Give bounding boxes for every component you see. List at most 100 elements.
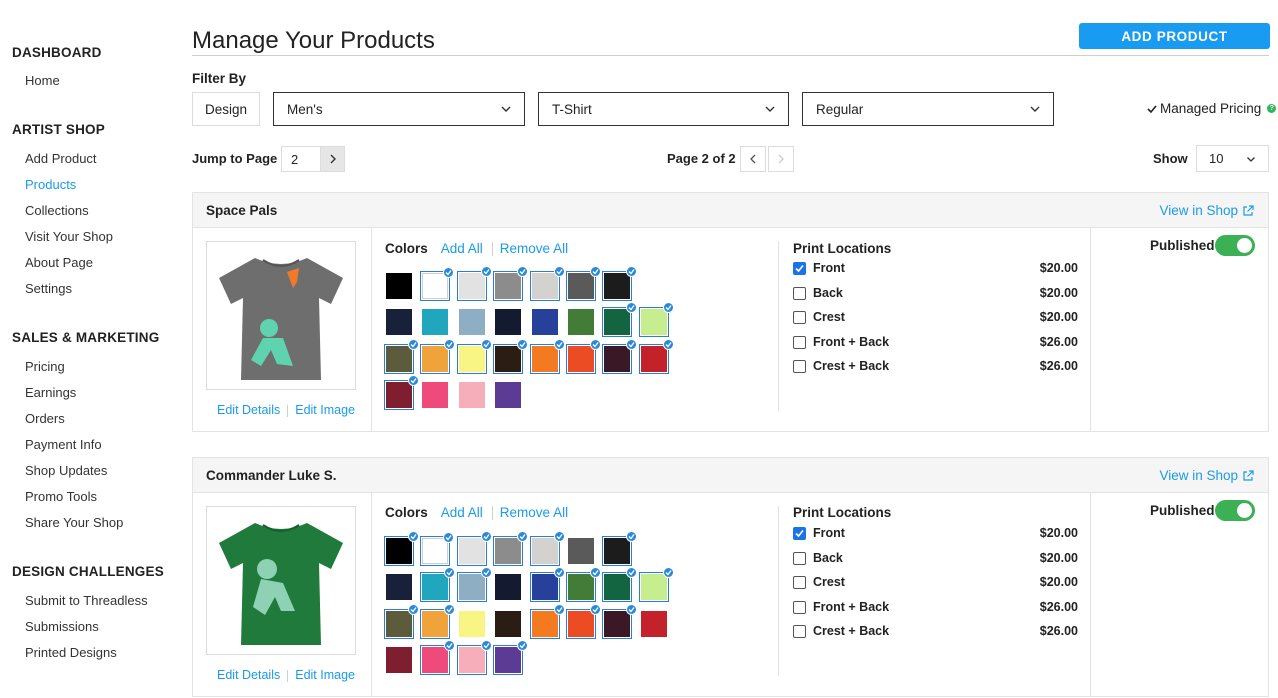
color-swatch[interactable] — [384, 338, 419, 374]
color-swatch[interactable] — [568, 538, 594, 564]
edit-image-link[interactable]: Edit Image — [295, 668, 355, 682]
published-toggle[interactable] — [1215, 500, 1255, 521]
sidebar-item-shop-updates[interactable]: Shop Updates — [25, 463, 107, 478]
color-swatch[interactable] — [529, 603, 565, 639]
color-swatch[interactable] — [529, 338, 565, 374]
color-swatch[interactable] — [493, 639, 529, 675]
sidebar-item-submissions[interactable]: Submissions — [25, 619, 99, 634]
print-location-checkbox[interactable] — [793, 600, 806, 614]
color-swatch[interactable] — [386, 646, 412, 673]
color-swatch[interactable] — [458, 610, 485, 637]
color-swatch[interactable] — [456, 531, 492, 566]
next-page-button[interactable] — [768, 146, 794, 172]
question-icon[interactable]: ? — [1267, 104, 1277, 113]
print-location-checkbox[interactable] — [793, 286, 806, 300]
color-swatch[interactable] — [386, 574, 412, 601]
print-location-row[interactable]: Front $20.00 — [793, 261, 1078, 279]
add-all-link[interactable]: Add All — [441, 241, 483, 256]
product-image[interactable] — [206, 241, 356, 390]
print-location-row[interactable]: Front + Back $26.00 — [793, 600, 1078, 618]
published-toggle[interactable] — [1215, 235, 1255, 256]
sidebar-item-share-your-shop[interactable]: Share Your Shop — [25, 515, 123, 530]
color-swatch[interactable] — [495, 610, 522, 637]
view-in-shop-link[interactable]: View in Shop — [1159, 203, 1254, 218]
print-location-checkbox[interactable] — [793, 551, 806, 565]
sidebar-item-visit-your-shop[interactable]: Visit Your Shop — [25, 229, 113, 244]
sidebar-item-earnings[interactable]: Earnings — [25, 385, 76, 400]
color-swatch[interactable] — [456, 567, 492, 603]
managed-pricing[interactable]: Managed Pricing ? — [1147, 101, 1277, 116]
color-swatch[interactable] — [422, 381, 449, 408]
edit-image-link[interactable]: Edit Image — [295, 403, 355, 417]
color-swatch[interactable] — [458, 309, 485, 336]
color-swatch[interactable] — [386, 273, 412, 299]
sidebar-item-pricing[interactable]: Pricing — [25, 359, 65, 374]
color-swatch[interactable] — [495, 574, 522, 601]
design-filter-button[interactable]: Design — [192, 92, 260, 126]
view-in-shop-link[interactable]: View in Shop — [1159, 468, 1254, 483]
color-swatch[interactable] — [566, 603, 601, 639]
sidebar-item-collections[interactable]: Collections — [25, 203, 89, 218]
edit-details-link[interactable]: Edit Details — [217, 403, 280, 417]
color-swatch[interactable] — [420, 567, 456, 603]
sidebar-item-products[interactable]: Products — [25, 177, 76, 192]
prev-page-button[interactable] — [740, 146, 766, 172]
remove-all-link[interactable]: Remove All — [500, 505, 568, 520]
print-location-row[interactable]: Crest $20.00 — [793, 310, 1078, 328]
color-swatch[interactable] — [493, 531, 529, 566]
color-swatch[interactable] — [602, 531, 638, 566]
show-count-select[interactable]: 10 — [1196, 145, 1269, 172]
color-swatch[interactable] — [602, 302, 638, 338]
color-swatch[interactable] — [566, 567, 601, 603]
color-swatch[interactable] — [384, 374, 419, 410]
edit-details-link[interactable]: Edit Details — [217, 668, 280, 682]
remove-all-link[interactable]: Remove All — [500, 241, 568, 256]
color-swatch[interactable] — [566, 266, 601, 301]
print-location-checkbox[interactable] — [793, 576, 806, 589]
color-swatch[interactable] — [420, 603, 456, 639]
product-image[interactable] — [206, 506, 356, 655]
color-swatch[interactable] — [495, 381, 522, 408]
color-swatch[interactable] — [638, 302, 674, 338]
color-swatch[interactable] — [420, 338, 456, 374]
sidebar-item-promo-tools[interactable]: Promo Tools — [25, 489, 97, 504]
color-swatch[interactable] — [458, 381, 485, 408]
print-location-checkbox[interactable] — [793, 527, 806, 540]
sidebar-item-orders[interactable]: Orders — [25, 411, 65, 426]
print-location-row[interactable]: Crest $20.00 — [793, 575, 1078, 593]
color-swatch[interactable] — [638, 567, 674, 603]
color-swatch[interactable] — [456, 639, 492, 675]
color-swatch[interactable] — [529, 531, 565, 566]
color-swatch[interactable] — [420, 267, 455, 301]
color-swatch[interactable] — [456, 338, 492, 374]
jump-go-button[interactable] — [320, 146, 345, 172]
color-swatch[interactable] — [420, 532, 455, 566]
sidebar-item-printed-designs[interactable]: Printed Designs — [25, 645, 117, 660]
jump-to-page-input[interactable]: 2 — [281, 146, 321, 172]
color-swatch[interactable] — [568, 309, 594, 336]
sidebar-item-home[interactable]: Home — [25, 73, 60, 88]
color-swatch[interactable] — [422, 309, 449, 336]
add-all-link[interactable]: Add All — [441, 505, 483, 520]
sidebar-item-payment-info[interactable]: Payment Info — [25, 437, 102, 452]
sidebar-item-submit-to-threadless[interactable]: Submit to Threadless — [25, 593, 148, 608]
gender-select[interactable]: Men's — [273, 92, 525, 126]
sidebar-item-add-product[interactable]: Add Product — [25, 151, 97, 166]
color-swatch[interactable] — [566, 338, 601, 374]
print-location-checkbox[interactable] — [793, 360, 806, 373]
color-swatch[interactable] — [420, 639, 456, 675]
color-swatch[interactable] — [384, 603, 419, 639]
color-swatch[interactable] — [386, 309, 412, 336]
add-product-button[interactable]: ADD PRODUCT — [1079, 23, 1270, 49]
color-swatch[interactable] — [602, 266, 638, 301]
print-location-row[interactable]: Crest + Back $26.00 — [793, 624, 1078, 642]
color-swatch[interactable] — [384, 531, 419, 566]
color-swatch[interactable] — [529, 266, 565, 301]
print-location-row[interactable]: Back $20.00 — [793, 551, 1078, 569]
print-location-row[interactable]: Crest + Back $26.00 — [793, 359, 1078, 377]
print-location-checkbox[interactable] — [793, 311, 806, 324]
print-location-checkbox[interactable] — [793, 625, 806, 638]
color-swatch[interactable] — [493, 338, 529, 374]
color-swatch[interactable] — [495, 309, 522, 336]
print-location-row[interactable]: Front $20.00 — [793, 526, 1078, 544]
